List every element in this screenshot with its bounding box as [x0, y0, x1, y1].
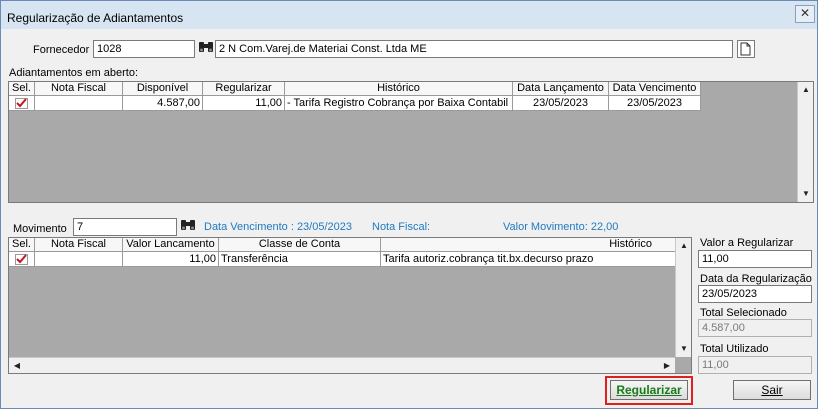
adiantamentos-section-label: Adiantamentos em aberto: — [9, 67, 139, 79]
scroll-up-icon[interactable]: ▲ — [798, 82, 813, 98]
movimento-horizontal-scrollbar[interactable]: ◀ ▶ — [9, 357, 675, 373]
valor-regularizar-input[interactable]: 11,00 — [698, 250, 812, 268]
movimento-input[interactable]: 7 — [73, 218, 177, 236]
data-vencimento-info: Data Vencimento : 23/05/2023 — [204, 221, 352, 233]
col-header-data-lancamento[interactable]: Data Lançamento — [513, 82, 609, 96]
valor-movimento-info: Valor Movimento: 22,00 — [503, 221, 619, 233]
row-select-checkbox[interactable] — [9, 252, 35, 267]
total-selecionado-label: Total Selecionado — [700, 307, 787, 319]
total-utilizado-field: 11,00 — [698, 356, 812, 374]
col-header-nota-fiscal[interactable]: Nota Fiscal — [35, 82, 123, 96]
col-header-nota-fiscal[interactable]: Nota Fiscal — [35, 238, 123, 252]
window-title: Regularização de Adiantamentos — [7, 11, 184, 25]
col-header-data-vencimento[interactable]: Data Vencimento — [609, 82, 701, 96]
cell-regularizar[interactable]: 11,00 — [203, 96, 285, 111]
movimento-vertical-scrollbar[interactable]: ▲ ▼ — [675, 238, 691, 357]
movimento-grid: Sel. Nota Fiscal Valor Lancamento Classe… — [8, 237, 692, 374]
new-document-icon[interactable] — [737, 40, 755, 58]
sair-button[interactable]: Sair — [733, 380, 811, 400]
total-utilizado-label: Total Utilizado — [700, 343, 769, 355]
total-selecionado-field: 4.587,00 — [698, 319, 812, 337]
binoculars-search-icon[interactable] — [197, 40, 215, 58]
cell-disponivel: 4.587,00 — [123, 96, 203, 111]
fornecedor-code-input[interactable]: 1028 — [93, 40, 195, 58]
binoculars-search-icon[interactable] — [179, 218, 197, 236]
regularizar-button[interactable]: Regularizar — [610, 380, 688, 400]
window: Regularização de Adiantamentos ✕ Fornece… — [0, 0, 818, 409]
data-regularizacao-label: Data da Regularização — [700, 273, 812, 285]
cell-data-lancamento: 23/05/2023 — [513, 96, 609, 111]
adiantamentos-vertical-scrollbar[interactable]: ▲ ▼ — [797, 82, 813, 202]
fornecedor-label: Fornecedor — [33, 44, 90, 56]
cell-historico: Tarifa autoriz.cobrança tit.bx.decurso p… — [381, 252, 677, 267]
checkmark-icon — [15, 98, 28, 109]
scroll-down-icon[interactable]: ▼ — [798, 186, 813, 202]
adiantamentos-grid: Sel. Nota Fiscal Disponível Regularizar … — [8, 81, 814, 203]
scroll-left-icon[interactable]: ◀ — [9, 358, 25, 373]
scroll-right-icon[interactable]: ▶ — [659, 358, 675, 373]
cell-classe-conta: Transferência — [219, 252, 381, 267]
col-header-sel[interactable]: Sel. — [9, 82, 35, 96]
col-header-historico[interactable]: Histórico — [285, 82, 513, 96]
fornecedor-name-field[interactable]: 2 N Com.Varej.de Materiai Const. Ltda ME — [215, 40, 733, 58]
cell-nota-fiscal — [35, 96, 123, 111]
data-regularizacao-input[interactable]: 23/05/2023 — [698, 285, 812, 303]
col-header-sel[interactable]: Sel. — [9, 238, 35, 252]
col-header-disponivel[interactable]: Disponível — [123, 82, 203, 96]
title-bar: Regularização de Adiantamentos ✕ — [1, 1, 817, 29]
cell-valor-lancamento: 11,00 — [123, 252, 219, 267]
nota-fiscal-info: Nota Fiscal: — [372, 221, 431, 233]
scroll-up-icon[interactable]: ▲ — [676, 238, 691, 254]
col-header-classe-conta[interactable]: Classe de Conta — [219, 238, 381, 252]
row-select-checkbox[interactable] — [9, 96, 35, 111]
close-button[interactable]: ✕ — [795, 5, 815, 23]
checkmark-icon — [15, 254, 28, 265]
col-header-valor-lancamento[interactable]: Valor Lancamento — [123, 238, 219, 252]
col-header-historico[interactable]: Histórico — [381, 238, 677, 252]
col-header-regularizar[interactable]: Regularizar — [203, 82, 285, 96]
cell-data-vencimento: 23/05/2023 — [609, 96, 701, 111]
cell-nota-fiscal — [35, 252, 123, 267]
cell-historico: - Tarifa Registro Cobrança por Baixa Con… — [285, 96, 513, 111]
valor-regularizar-label: Valor a Regularizar — [700, 237, 794, 249]
movimento-label: Movimento — [13, 223, 67, 235]
scroll-down-icon[interactable]: ▼ — [676, 341, 691, 357]
